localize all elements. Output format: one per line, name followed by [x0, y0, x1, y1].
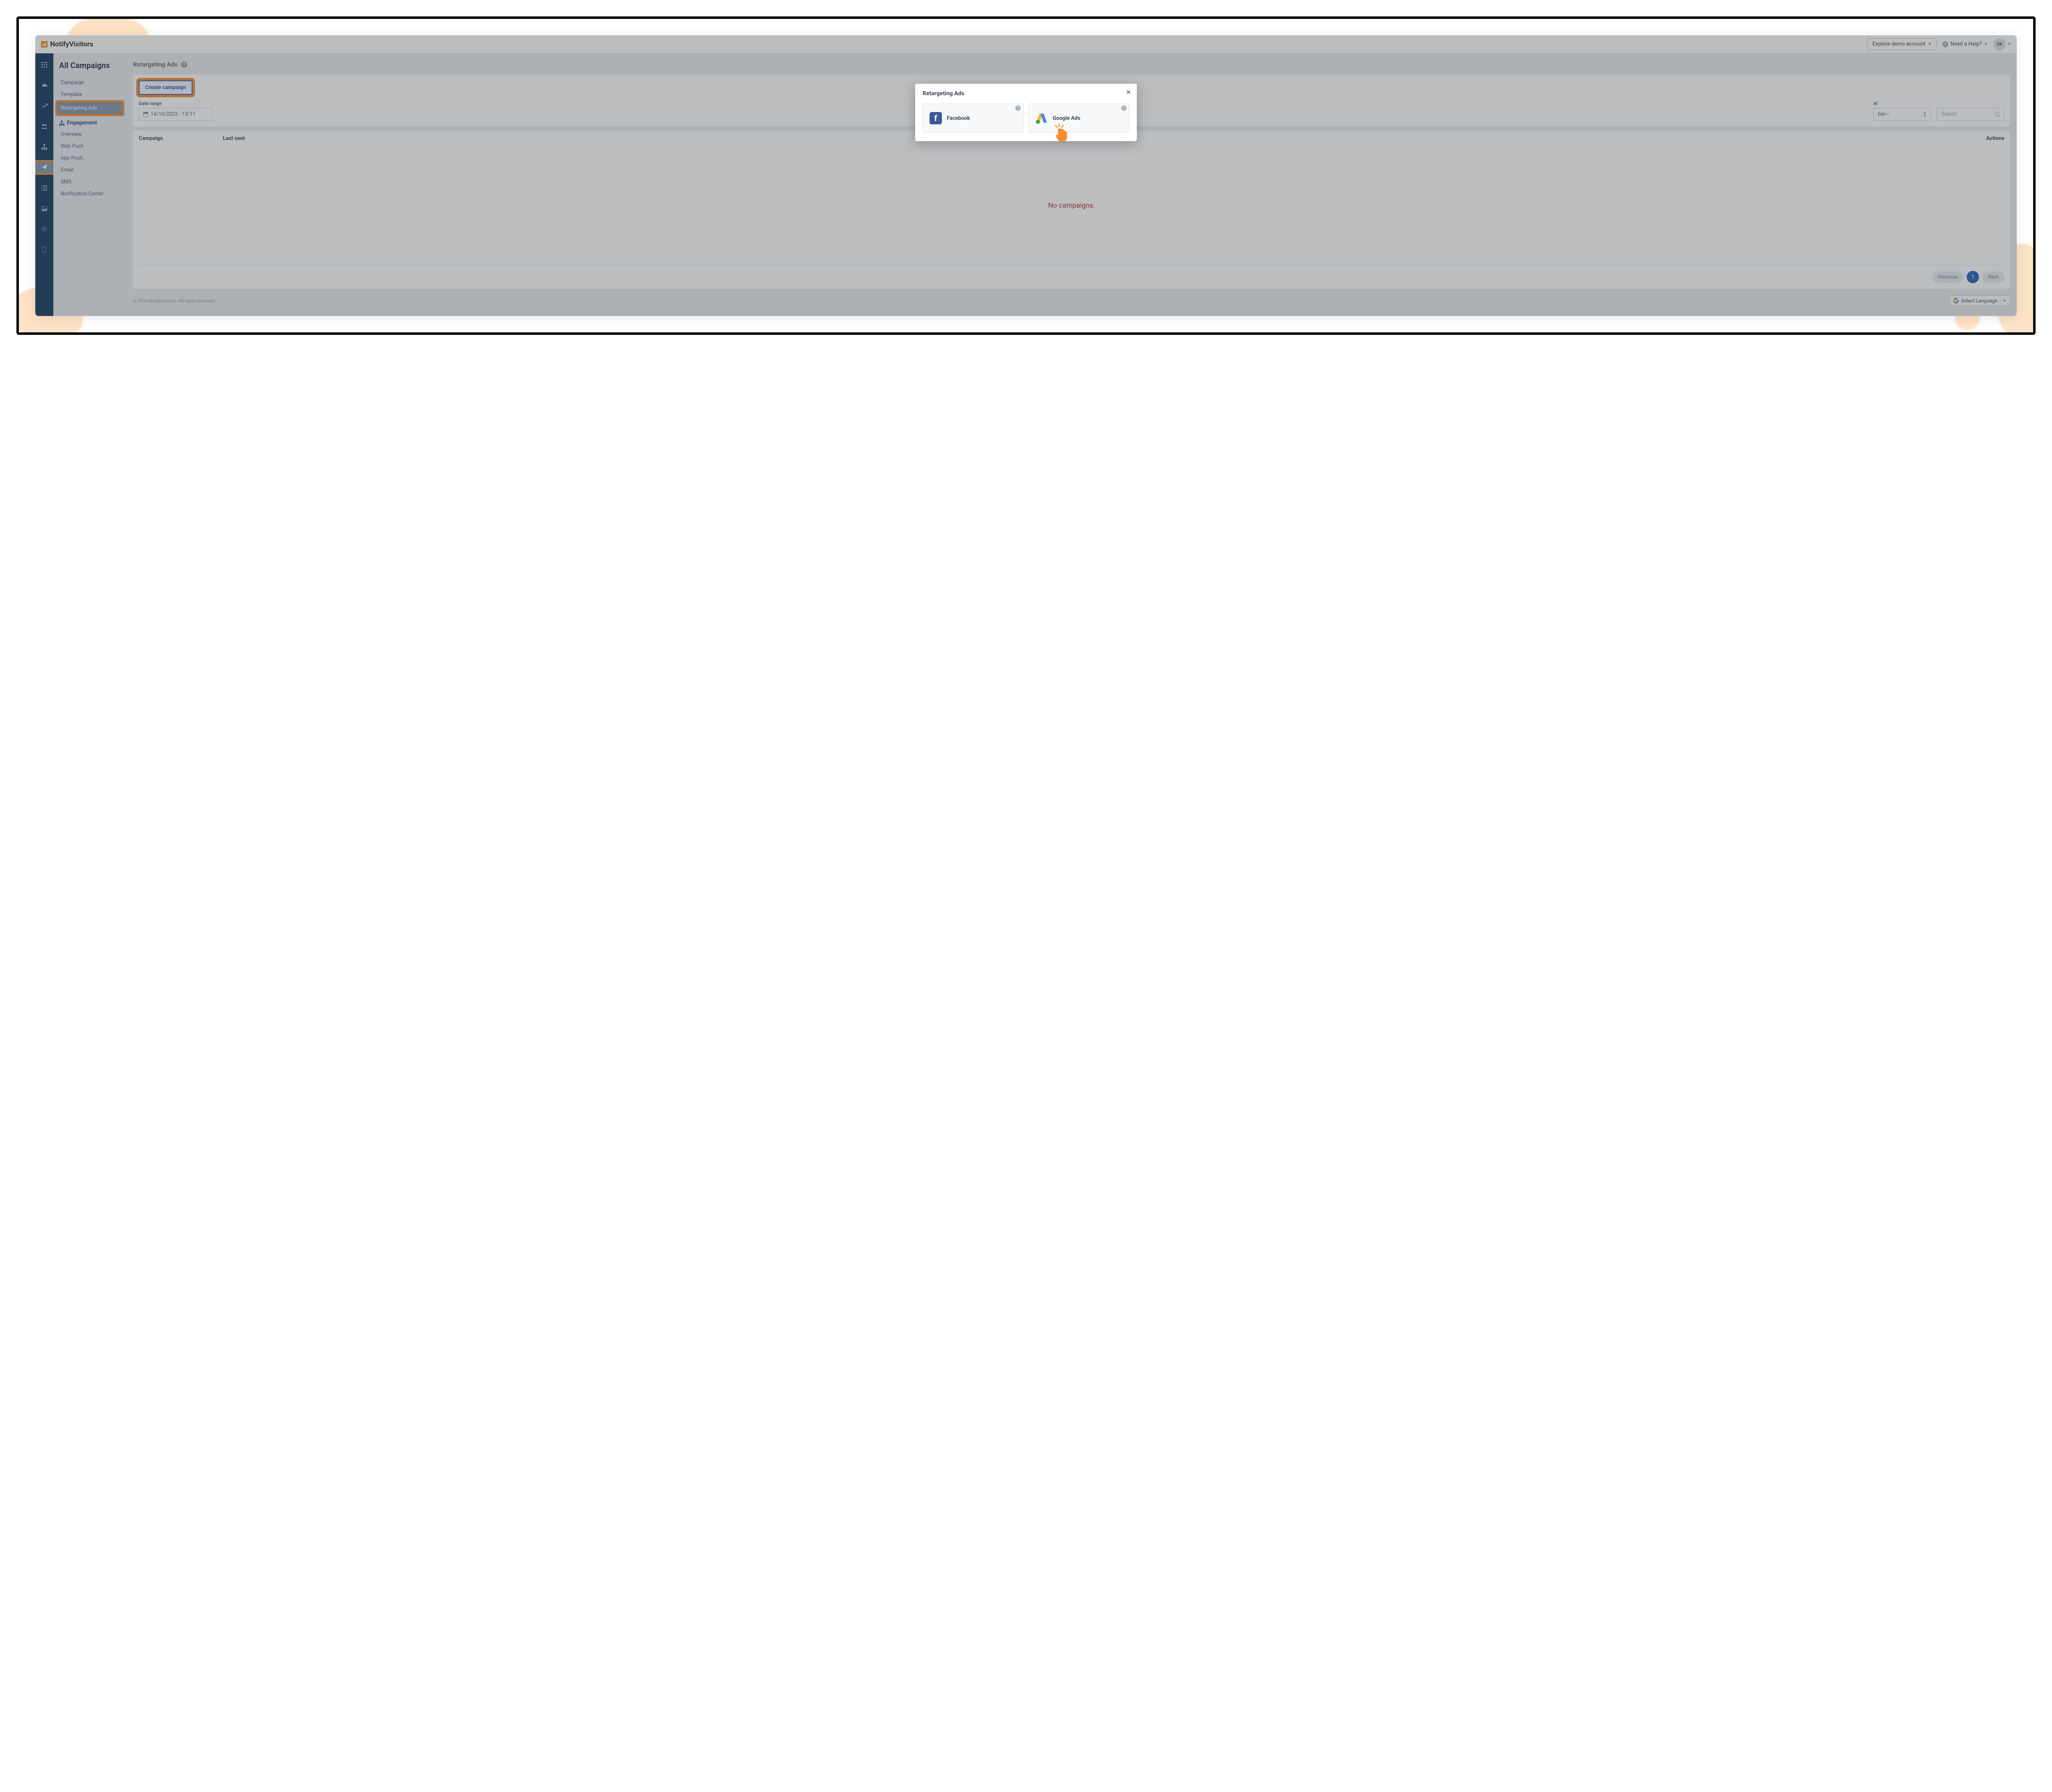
option-facebook[interactable]: ? f Facebook [923, 103, 1024, 133]
modal-overlay[interactable] [35, 35, 2017, 316]
close-icon[interactable]: ✕ [1126, 89, 1131, 96]
page-frame: NotifyVisitors Explore demo account ▼ Ne… [16, 16, 2036, 335]
option-google-ads[interactable]: ? Google Ads [1028, 103, 1129, 133]
google-ads-icon [1035, 112, 1048, 124]
option-google-ads-label: Google Ads [1053, 115, 1080, 121]
retargeting-ads-modal: Retargeting Ads ✕ ? f Facebook ? [915, 84, 1137, 141]
app-window: NotifyVisitors Explore demo account ▼ Ne… [35, 35, 2017, 316]
modal-title: Retargeting Ads [923, 90, 1129, 97]
help-icon[interactable]: ? [1015, 105, 1021, 111]
help-icon[interactable]: ? [1121, 105, 1127, 111]
modal-options: ? f Facebook ? Google Ads [923, 103, 1129, 133]
option-facebook-label: Facebook [947, 115, 970, 121]
facebook-icon: f [930, 112, 942, 124]
pointer-hand-icon [1053, 124, 1070, 142]
